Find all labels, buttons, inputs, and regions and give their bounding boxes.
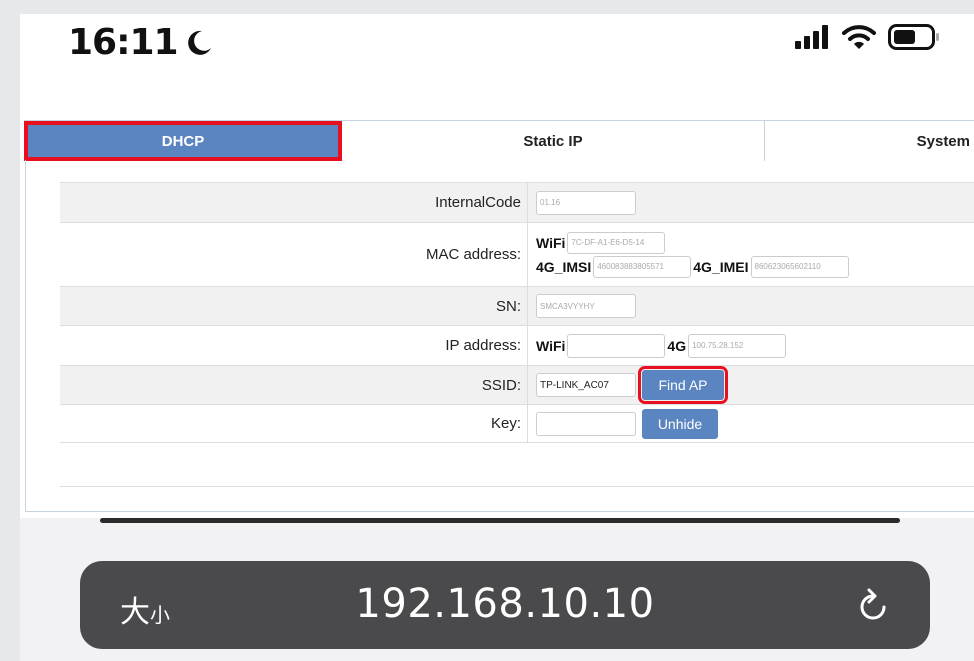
row-internal-code: InternalCode 01.16 — [60, 183, 974, 223]
imei-input[interactable]: 860623065602110 — [750, 255, 849, 278]
tab-dhcp[interactable]: DHCP — [24, 121, 342, 161]
phone-screen: 16:11 DHCP Static IP System InternalCode… — [20, 14, 974, 661]
sn-input[interactable]: SMCA3VYYHY — [536, 294, 636, 318]
find-ap-button[interactable]: Find AP — [638, 366, 728, 404]
tab-bar: DHCP Static IP System — [24, 120, 974, 161]
ip-wifi-label: WiFi — [536, 337, 566, 354]
sn-label: SN: — [60, 287, 528, 325]
page-edge — [100, 518, 900, 523]
key-label: Key: — [60, 405, 528, 442]
ip-4g-input[interactable]: 100.75.28.152 — [688, 333, 787, 358]
status-time: 16:11 — [68, 22, 214, 63]
browser-toolbar: 大小 192.168.10.10 — [20, 518, 974, 661]
row-sn: SN: SMCA3VYYHY — [60, 287, 974, 326]
ssid-input[interactable]: TP-LINK_AC07 — [536, 373, 636, 397]
url-text: 192.168.10.10 — [355, 581, 655, 627]
battery-icon — [888, 24, 939, 50]
mac-wifi-input[interactable]: 7C-DF-A1-E6-D5-14 — [567, 231, 666, 254]
unhide-button[interactable]: Unhide — [642, 408, 718, 439]
tab-system-label: System — [916, 132, 970, 150]
tab-static-ip-label: Static IP — [523, 132, 583, 150]
imei-label: 4G_IMEI — [693, 258, 749, 275]
key-input[interactable] — [536, 411, 636, 436]
tab-dhcp-label: DHCP — [161, 132, 205, 150]
imsi-label: 4G_IMSI — [536, 258, 592, 275]
imsi-input[interactable]: 460083883805571 — [593, 255, 692, 278]
internal-code-label: InternalCode — [60, 183, 528, 222]
row-mac-address: MAC address: WiFi 7C-DF-A1-E6-D5-14 4G_I… — [60, 223, 974, 287]
status-icons — [794, 24, 940, 50]
ip-wifi-input[interactable] — [567, 333, 666, 358]
tab-system[interactable]: System — [766, 121, 974, 161]
row-key: Key: Unhide — [60, 405, 974, 443]
row-empty — [60, 443, 974, 487]
internal-code-input[interactable]: 01.16 — [536, 190, 636, 215]
ip-address-label: IP address: — [60, 326, 528, 365]
time-text: 16:11 — [68, 22, 179, 63]
mac-address-label: MAC address: — [60, 223, 528, 286]
address-bar[interactable]: 大小 192.168.10.10 — [80, 561, 930, 649]
moon-icon — [187, 30, 211, 55]
ip-4g-label: 4G — [667, 337, 687, 354]
signal-icon — [795, 25, 828, 49]
row-ip-address: IP address: WiFi 4G 100.75.28.152 — [60, 326, 974, 366]
ssid-label: SSID: — [60, 366, 528, 404]
wifi-icon — [842, 25, 876, 49]
row-ssid: SSID: TP-LINK_AC07 Find AP — [60, 366, 974, 405]
reload-icon[interactable] — [854, 587, 892, 625]
mac-wifi-label: WiFi — [536, 234, 566, 251]
config-form: InternalCode 01.16 MAC address: WiFi 7C-… — [60, 182, 974, 487]
tab-static-ip[interactable]: Static IP — [342, 121, 765, 161]
